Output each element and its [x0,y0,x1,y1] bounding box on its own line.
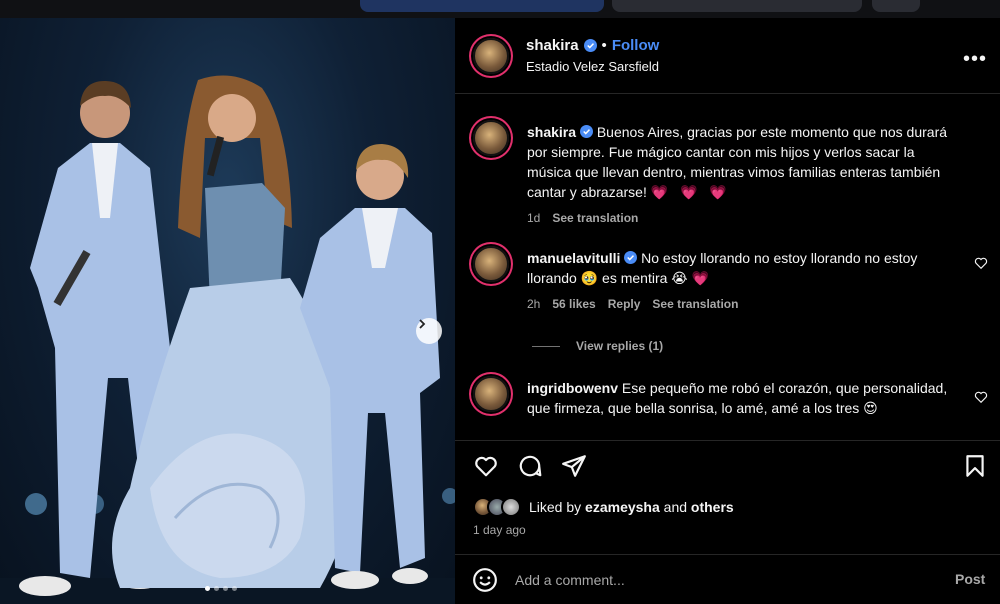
comment-emoji: 😍 [863,400,878,416]
like-comment-heart-icon[interactable] [974,390,988,404]
comment-avatar[interactable] [473,376,509,412]
emoji-smiley-icon[interactable] [472,567,498,593]
bookmark-save-icon[interactable] [962,453,988,479]
replies-divider-line [532,345,560,347]
liked-by-others[interactable]: others [691,499,734,515]
reply-button[interactable]: Reply [608,294,641,314]
see-translation-link[interactable]: See translation [552,208,638,228]
liked-by-and: and [663,499,688,515]
comment-username[interactable]: ingridbowenv [527,380,618,396]
caption-username[interactable]: shakira [527,124,576,140]
view-replies-button[interactable]: View replies (1) [532,339,663,353]
post-header: shakira • Follow Estadio Velez Sarsfield… [455,18,1000,94]
more-horizontal-icon[interactable]: ••• [963,48,987,71]
caption-emoji: 💗 💗 💗 [650,184,731,200]
liked-by-prefix: Liked by [529,499,582,515]
author-avatar[interactable] [473,38,509,74]
add-comment-input[interactable] [515,569,915,591]
like-comment-heart-icon[interactable] [974,256,988,270]
liked-by-user[interactable]: ezameysha [585,499,660,515]
comment-avatar[interactable] [473,246,509,282]
liked-by-text: Liked by ezameysha and others [529,499,734,515]
header-separator: • [601,37,607,54]
author-line: shakira • Follow [526,37,659,54]
comment-emoji-2: 😭 💗 [671,270,709,286]
caption-meta: 1d See translation [527,208,959,228]
post-actions: Liked by ezameysha and others 1 day ago [455,440,1000,554]
comment-meta: 2h 56 likes Reply See translation [527,294,959,314]
caption-body: shakira Buenos Aires, gracias por este m… [527,122,959,228]
comments-list: shakira Buenos Aires, gracias por este m… [455,110,1000,440]
likes-summary: Liked by ezameysha and others [473,497,734,517]
post-panel: shakira • Follow Estadio Velez Sarsfield… [455,18,1000,604]
comment-likes[interactable]: 56 likes [552,294,595,314]
see-translation-link[interactable]: See translation [652,294,738,314]
comment-username[interactable]: manuelavitulli [527,250,620,266]
author-username[interactable]: shakira [526,37,579,54]
top-tab[interactable] [612,0,862,12]
comment-emoji: 🥹 [580,270,599,286]
comment-time: 2h [527,297,541,311]
browser-top-bar [0,0,1000,18]
chevron-right-icon [419,319,426,329]
caption-avatar[interactable] [473,120,509,156]
verified-badge-icon [624,251,638,264]
comment-body: ingridbowenv Ese pequeño me robó el cora… [527,378,959,418]
stage-photo-illustration [0,75,455,604]
carousel-dot [223,586,228,591]
verified-badge-icon [583,39,597,52]
top-tab-small[interactable] [872,0,920,12]
view-replies-label: View replies (1) [576,339,664,353]
like-heart-icon[interactable] [473,453,499,479]
carousel-dots [205,586,237,591]
verified-badge-icon [579,125,593,138]
post-comment-button[interactable]: Post [955,571,985,587]
post-time-ago[interactable]: 1 day ago [473,523,526,537]
top-tab-active[interactable] [360,0,604,12]
carousel-dot [214,586,219,591]
follow-button[interactable]: Follow [612,37,660,54]
post-photo[interactable] [0,18,455,604]
share-send-icon[interactable] [561,453,587,479]
comment-text-2: es mentira [602,270,668,286]
comment-body: manuelavitulli No estoy llorando no esto… [527,248,959,314]
post-location[interactable]: Estadio Velez Sarsfield [526,59,659,74]
comment-composer: Post [455,554,1000,604]
carousel-dot [232,586,237,591]
liker-avatar[interactable] [501,497,521,517]
next-photo-button[interactable] [416,318,442,344]
caption-time: 1d [527,211,541,225]
comment-bubble-icon[interactable] [517,453,543,479]
carousel-dot-active [205,586,210,591]
